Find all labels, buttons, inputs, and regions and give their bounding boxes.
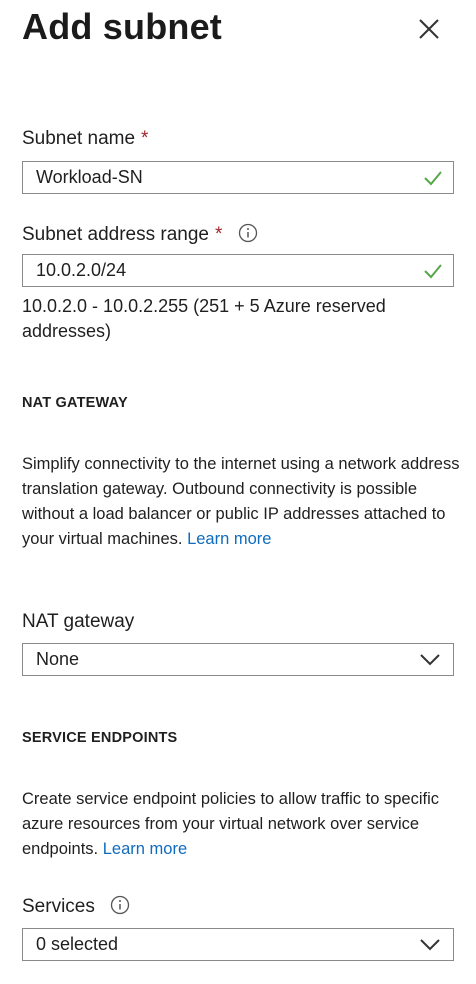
info-icon[interactable] [238,223,258,243]
service-endpoints-heading: SERVICE ENDPOINTS [22,730,178,746]
required-mark: * [214,224,223,245]
subnet-name-label-text: Subnet name [22,128,136,149]
info-icon[interactable] [110,895,130,915]
valid-check-icon [424,171,442,186]
close-button[interactable] [414,14,444,44]
subnet-range-value[interactable]: 10.0.2.0/24 [36,260,126,281]
nat-gateway-heading: NAT GATEWAY [22,395,128,411]
nat-gateway-description: Simplify connectivity to the internet us… [22,452,462,552]
subnet-name-input[interactable]: Workload-SN [22,161,454,194]
services-label-text: Services [22,896,95,917]
page-title: Add subnet [22,6,222,47]
service-learn-more-link[interactable]: Learn more [103,840,187,858]
service-endpoints-description-text: Create service endpoint policies to allo… [22,790,439,858]
services-selected[interactable]: 0 selected [36,934,118,955]
services-select[interactable]: 0 selected [22,928,454,961]
subnet-range-label: Subnet address range * [22,223,258,246]
subnet-range-input[interactable]: 10.0.2.0/24 [22,254,454,287]
services-label: Services [22,895,130,918]
nat-gateway-selected[interactable]: None [36,649,79,670]
subnet-name-value[interactable]: Workload-SN [36,167,143,188]
subnet-range-label-text: Subnet address range [22,224,209,245]
subnet-name-label: Subnet name * [22,128,148,150]
valid-check-icon [424,264,442,279]
chevron-down-icon[interactable] [419,938,441,952]
subnet-range-helper: 10.0.2.0 - 10.0.2.255 (251 + 5 Azure res… [22,296,386,341]
nat-gateway-label: NAT gateway [22,611,135,632]
nat-gateway-select[interactable]: None [22,643,454,676]
nat-learn-more-link[interactable]: Learn more [187,530,271,548]
required-mark: * [141,128,149,149]
close-icon[interactable] [414,14,444,44]
service-endpoints-description: Create service endpoint policies to allo… [22,787,462,862]
chevron-down-icon[interactable] [419,653,441,667]
